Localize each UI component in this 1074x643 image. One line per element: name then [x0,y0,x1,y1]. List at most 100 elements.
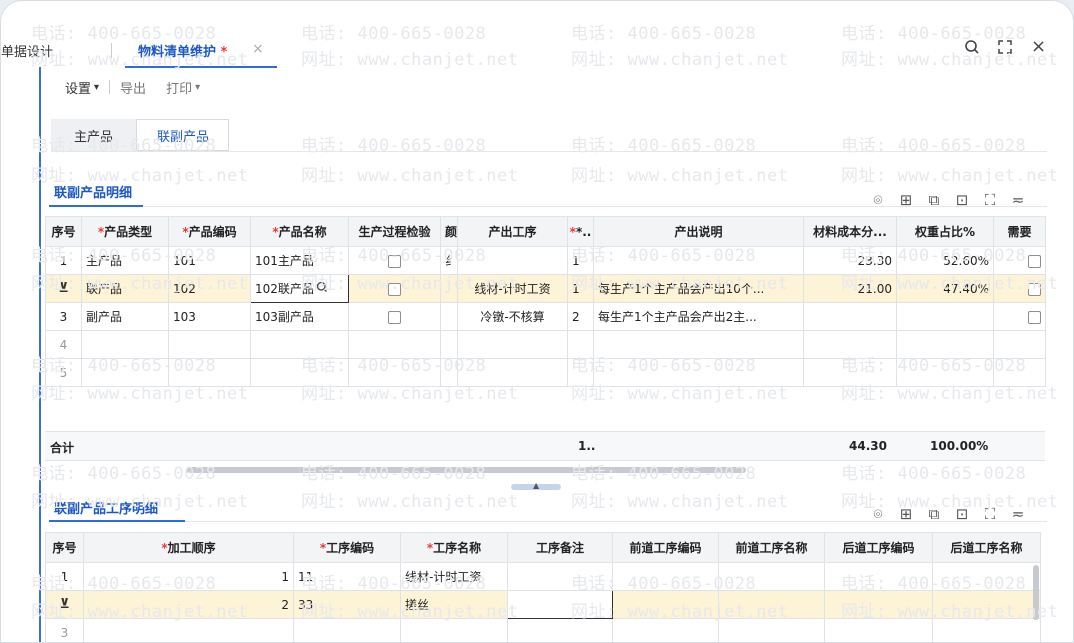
cell-code[interactable] [168,330,251,359]
cell-name[interactable] [250,358,349,387]
col-prev-code[interactable]: 前道工序编码 [612,532,719,563]
copy-row-icon[interactable]: ⧉ [925,191,943,209]
cell-cost[interactable] [803,330,897,359]
table-row[interactable]: 1 1 11 线材-计时工资 [45,562,1041,591]
cell-name[interactable] [400,618,508,642]
required-checkbox[interactable] [1028,310,1041,324]
cell-cost[interactable] [803,358,897,387]
cell-weight[interactable] [896,302,994,331]
inspection-checkbox[interactable] [388,282,401,296]
cell-prev-name[interactable] [718,590,825,619]
cell-qty[interactable] [567,358,594,387]
cell-prev-name[interactable] [718,562,825,591]
col-material-cost[interactable]: 材料成本分... [803,216,897,247]
cell-note[interactable] [507,562,613,591]
cell-color[interactable] [440,274,458,303]
cell-code[interactable]: 33 [293,590,401,619]
cell-prev-code[interactable] [612,590,719,619]
cell-name[interactable]: 101主产品 [250,246,349,275]
col-next-name[interactable]: 后道工序名称 [932,532,1041,563]
cell-note-editing[interactable] [507,590,613,619]
required-checkbox[interactable] [1028,254,1041,268]
col-order[interactable]: *加工顺序 [83,532,294,563]
table-row[interactable]: 4 [45,330,1046,359]
cell-order[interactable]: 2 [83,590,294,619]
cell-type[interactable] [81,330,169,359]
cell-inspection[interactable] [348,358,441,387]
vertical-scrollbar[interactable] [1033,565,1039,620]
expand-icon[interactable]: ⛶ [981,505,999,523]
cell-qty[interactable]: 1 [567,274,594,303]
cell-type[interactable]: 联产品 [81,274,169,303]
row-edit-icon[interactable]: ⊻ [58,281,69,296]
cell-desc[interactable]: 每生产1个主产品会产出10个... [593,274,804,303]
col-inspection[interactable]: 生产过程检验 [348,216,441,247]
cell-prev-code[interactable] [612,618,719,642]
cell-type[interactable] [81,358,169,387]
col-process-code[interactable]: *工序编码 [293,532,401,563]
cell-next-name[interactable] [932,590,1041,619]
tab-document-design[interactable]: 单据设计 [1,41,53,60]
table-row-selected[interactable]: ⊻ 联产品 102 102联产品 线材-计时工资 1 每生产1个主产品会产出10… [45,274,1046,303]
cell-code[interactable]: 103 [168,302,251,331]
col-weight[interactable]: 权重占比% [896,216,994,247]
col-product-type[interactable]: *产品类型 [81,216,169,247]
col-output-desc[interactable]: 产出说明 [593,216,804,247]
cell-weight[interactable]: 47.40% [896,274,994,303]
insert-row-icon[interactable]: ⊞ [897,505,915,523]
cell-desc[interactable] [593,330,804,359]
close-window-icon[interactable]: × [1031,36,1046,57]
cell-name[interactable]: 搓丝 [400,590,508,619]
cell-desc[interactable]: 每生产1个主产品会产出2主... [593,302,804,331]
cell-color[interactable]: 纟 [440,246,458,275]
row-edit-icon[interactable]: ⊻ [59,597,70,612]
cell-name-editing[interactable]: 102联产品 [250,274,349,303]
cell-next-name[interactable] [932,618,1041,642]
locate-icon[interactable]: ⌾ [869,505,887,523]
cell-prev-name[interactable] [718,618,825,642]
col-next-code[interactable]: 后道工序编码 [824,532,933,563]
col-seq[interactable]: 序号 [45,532,84,563]
cell-qty[interactable]: 2 [567,302,594,331]
cell-weight[interactable]: 52.60% [896,246,994,275]
table-row[interactable]: 5 [45,358,1046,387]
col-color[interactable]: 颜 [440,216,458,247]
col-product-code[interactable]: *产品编码 [168,216,251,247]
cell-required[interactable] [993,246,1046,275]
cell-next-code[interactable] [824,590,933,619]
cell-code[interactable]: 102 [168,274,251,303]
cell-qty[interactable] [567,330,594,359]
collapse-up-icon[interactable]: ▲ [533,481,539,490]
tab-bom-maintenance[interactable]: 物料清单维护 * [138,41,227,60]
col-product-name[interactable]: *产品名称 [250,216,349,247]
cell-type[interactable]: 副产品 [81,302,169,331]
cell-next-code[interactable] [824,562,933,591]
cell-type[interactable]: 主产品 [81,246,169,275]
fullscreen-icon[interactable] [997,39,1013,59]
export-button[interactable]: 导出 [120,78,146,97]
col-output-process[interactable]: 产出工序 [457,216,568,247]
table-row[interactable]: 3 副产品 103 103副产品 冷镦-不核算 2 每生产1个主产品会产出2主.… [45,302,1046,331]
cell-desc[interactable] [593,246,804,275]
cell-order[interactable]: 1 [83,562,294,591]
cell-name[interactable]: 103副产品 [250,302,349,331]
horizontal-scrollbar[interactable] [186,467,746,473]
tab-main-product[interactable]: 主产品 [51,119,137,151]
paste-row-icon[interactable]: ⊡ [953,505,971,523]
col-process-note[interactable]: 工序备注 [507,532,613,563]
locate-icon[interactable]: ⌾ [869,191,887,209]
copy-row-icon[interactable]: ⧉ [925,505,943,523]
cell-inspection[interactable] [348,246,441,275]
cell-code[interactable]: 11 [293,562,401,591]
cell-required[interactable] [993,358,1046,387]
cell-order[interactable] [83,618,294,642]
cell-code[interactable] [168,358,251,387]
cell-desc[interactable] [593,358,804,387]
col-qty[interactable]: **.. [567,216,594,247]
cell-note[interactable] [507,618,613,642]
cell-required[interactable] [993,330,1046,359]
cell-color[interactable] [440,302,458,331]
cell-qty[interactable]: 1 [567,246,594,275]
table-row-selected[interactable]: ⊻ 2 33 搓丝 [45,590,1041,619]
search-icon[interactable] [964,39,980,59]
